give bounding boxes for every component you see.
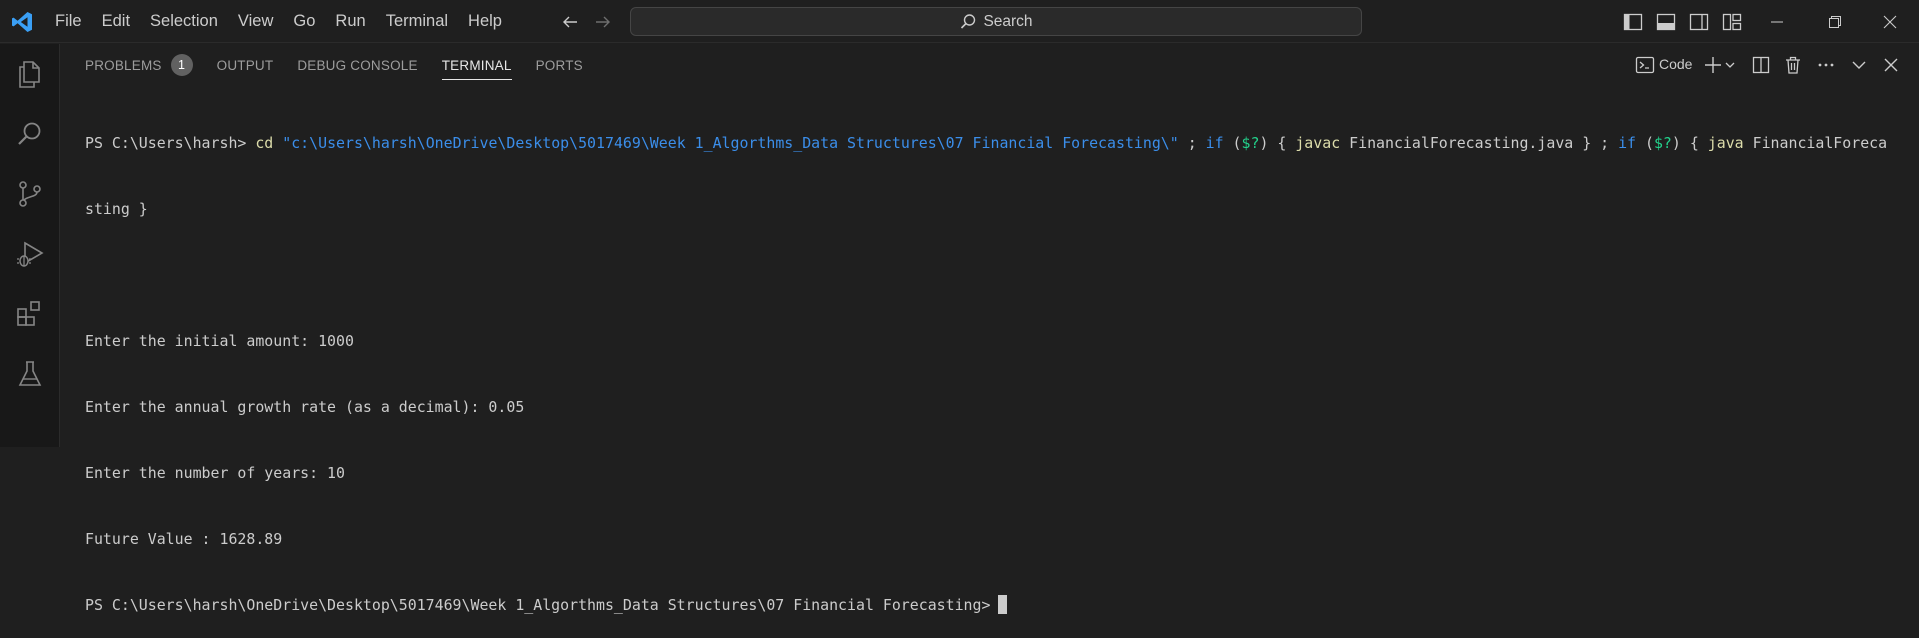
paren-open: (: [1636, 134, 1654, 152]
terminal-prompt-line: PS C:\Users\harsh\OneDrive\Desktop\50174…: [85, 594, 1905, 616]
terminal-icon[interactable]: [1634, 54, 1656, 76]
close-panel-icon[interactable]: [1880, 54, 1902, 76]
testing-icon[interactable]: [14, 358, 46, 390]
tab-ports[interactable]: PORTS: [536, 44, 583, 86]
terminal-output[interactable]: PS C:\Users\harsh> cd "c:\Users\harsh\On…: [85, 88, 1905, 638]
vscode-logo[interactable]: [10, 10, 34, 34]
arrow-right-icon[interactable]: [592, 11, 614, 33]
terminal-wrapped-line: sting }: [85, 198, 1905, 220]
javac-argument: FinancialForecasting.java } ;: [1340, 134, 1619, 152]
explorer-icon[interactable]: [14, 58, 46, 90]
terminal-cursor: [998, 595, 1008, 614]
java-argument-part1: FinancialForeca: [1743, 134, 1888, 152]
menu-bar: File Edit Selection View Go Run Terminal…: [45, 0, 512, 43]
menu-go[interactable]: Go: [283, 7, 325, 37]
toggle-panel-icon[interactable]: [1655, 11, 1677, 33]
variable-status: $?: [1241, 134, 1260, 152]
command-java: java: [1707, 134, 1744, 152]
paren-close: ) {: [1259, 134, 1296, 152]
separator: ;: [1178, 134, 1206, 152]
paren-open: (: [1223, 134, 1242, 152]
command-javac: javac: [1295, 134, 1341, 152]
close-icon: [1883, 15, 1897, 28]
cd-path-string: "c:\Users\harsh\OneDrive\Desktop\5017469…: [282, 134, 1179, 152]
program-output-line: Enter the annual growth rate (as a decim…: [85, 398, 525, 416]
toggle-primary-sidebar-icon[interactable]: [1622, 11, 1644, 33]
activity-bar: [0, 44, 60, 447]
paren-close: ) {: [1671, 134, 1708, 152]
menu-help[interactable]: Help: [458, 7, 512, 37]
customize-layout-icon[interactable]: [1721, 11, 1743, 33]
menu-run[interactable]: Run: [325, 7, 375, 37]
restore-button[interactable]: [1806, 0, 1864, 43]
tab-ports-label: PORTS: [535, 57, 583, 73]
tab-debug-console[interactable]: DEBUG CONSOLE: [297, 44, 417, 86]
menu-selection[interactable]: Selection: [140, 7, 228, 37]
arrow-left-icon[interactable]: [559, 11, 581, 33]
command-cd: cd: [255, 134, 274, 152]
tab-problems[interactable]: PROBLEMS 1: [85, 44, 193, 86]
prompt-text: PS C:\Users\harsh>: [85, 134, 256, 152]
tab-output-label: OUTPUT: [216, 57, 274, 73]
tab-debug-console-label: DEBUG CONSOLE: [297, 57, 418, 73]
terminal-profile-label[interactable]: Code: [1659, 56, 1692, 72]
tab-output[interactable]: OUTPUT: [217, 44, 274, 86]
menu-terminal[interactable]: Terminal: [376, 7, 458, 37]
tab-problems-label: PROBLEMS: [85, 57, 162, 73]
new-terminal-plus-icon[interactable]: [1702, 54, 1724, 76]
tab-terminal-label: TERMINAL: [441, 57, 512, 73]
keyword-if: if: [1618, 134, 1637, 152]
more-icon[interactable]: [1815, 54, 1837, 76]
command-center-search[interactable]: Search: [630, 7, 1362, 36]
split-terminal-icon[interactable]: [1750, 54, 1772, 76]
minimize-icon: [1771, 21, 1783, 22]
terminal-command-line: PS C:\Users\harsh> cd "c:\Users\harsh\On…: [85, 132, 1905, 154]
extensions-icon[interactable]: [14, 298, 46, 330]
search-icon: [961, 13, 976, 29]
variable-status: $?: [1653, 134, 1672, 152]
program-output-line: Future Value : 1628.89: [85, 530, 283, 548]
maximize-panel-chevron-icon[interactable]: [1848, 54, 1870, 76]
panel-tab-bar: PROBLEMS 1 OUTPUT DEBUG CONSOLE TERMINAL…: [60, 44, 595, 86]
menu-view[interactable]: View: [228, 7, 283, 37]
minimize-button[interactable]: [1748, 0, 1806, 43]
title-bar: File Edit Selection View Go Run Terminal…: [0, 0, 1919, 43]
menu-file[interactable]: File: [45, 7, 92, 37]
source-control-icon[interactable]: [14, 178, 46, 210]
menu-edit[interactable]: Edit: [92, 7, 140, 37]
program-output-line: Enter the initial amount: 1000: [85, 332, 354, 350]
program-output-line: Enter the number of years: 10: [85, 464, 345, 482]
restore-icon: [1829, 15, 1841, 28]
close-window-button[interactable]: [1861, 0, 1919, 43]
run-debug-icon[interactable]: [14, 238, 46, 270]
trash-icon[interactable]: [1782, 54, 1804, 76]
chevron-down-icon[interactable]: [1723, 54, 1737, 76]
prompt-text: PS C:\Users\harsh\OneDrive\Desktop\50174…: [85, 596, 991, 614]
keyword-if: if: [1205, 134, 1224, 152]
search-label: Search: [983, 12, 1033, 30]
problems-count-badge: 1: [170, 54, 193, 76]
tab-terminal[interactable]: TERMINAL: [441, 44, 512, 86]
toggle-secondary-sidebar-icon[interactable]: [1688, 11, 1710, 33]
java-argument-part2: sting }: [85, 200, 148, 218]
search-icon[interactable]: [14, 118, 46, 150]
